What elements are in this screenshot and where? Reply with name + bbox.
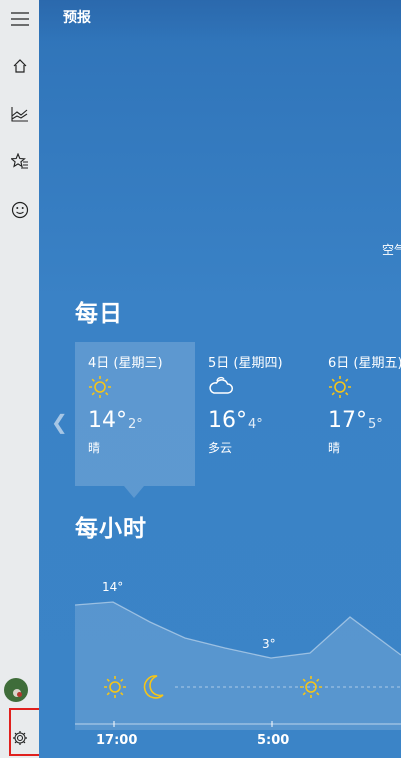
day-card[interactable]: 5日 (星期四) 16° 4° 多云 [195, 342, 315, 486]
top-bar [39, 0, 401, 42]
sunny-icon [88, 375, 112, 403]
main-content: 预报 空气 每日 ❮ 4日 (星期三) 14° 2° 晴 5日 (星期四) 16… [39, 0, 401, 758]
favorites-icon[interactable] [0, 144, 39, 180]
hourly-time-label: 5:00 [257, 733, 290, 748]
chevron-left-icon[interactable]: ❮ [51, 410, 68, 434]
hourly-section-title: 每小时 [75, 516, 147, 542]
day-low-temp: 5° [368, 417, 383, 432]
daily-section-title: 每日 [75, 301, 123, 327]
hourly-temp-label: 14° [102, 580, 124, 594]
hamburger-menu-icon[interactable] [0, 1, 39, 37]
page-title: 预报 [63, 10, 91, 26]
smiley-feedback-icon[interactable] [0, 192, 39, 228]
hourly-temp-label: 3° [262, 637, 276, 651]
day-date: 4日 (星期三) [88, 356, 163, 371]
day-high-temp: 17° [328, 408, 367, 433]
hourly-temp-area [75, 602, 401, 730]
day-date: 5日 (星期四) [208, 356, 283, 371]
home-icon[interactable] [0, 48, 39, 84]
hourly-time-label: 17:00 [96, 733, 138, 748]
hourly-temperature-chart [75, 601, 401, 730]
day-low-temp: 2° [128, 417, 143, 432]
day-high-temp: 14° [88, 408, 127, 433]
day-condition: 晴 [88, 441, 101, 455]
sidebar [0, 0, 49, 758]
day-condition: 晴 [328, 441, 341, 455]
day-high-temp: 16° [208, 408, 247, 433]
avatar-accent [17, 692, 22, 697]
day-date: 6日 (星期五) [328, 356, 401, 371]
day-card[interactable]: 4日 (星期三) 14° 2° 晴 [75, 342, 195, 486]
day-card[interactable]: 6日 (星期五) 17° 5° 晴 [315, 342, 401, 486]
selected-card-pointer [124, 486, 144, 498]
avatar[interactable] [4, 678, 28, 702]
historical-chart-icon[interactable] [0, 96, 39, 132]
day-condition: 多云 [208, 441, 233, 455]
cloudy-icon [208, 375, 234, 401]
day-low-temp: 4° [248, 417, 263, 432]
air-quality-label: 空气 [382, 243, 401, 257]
sunny-icon [328, 375, 352, 403]
